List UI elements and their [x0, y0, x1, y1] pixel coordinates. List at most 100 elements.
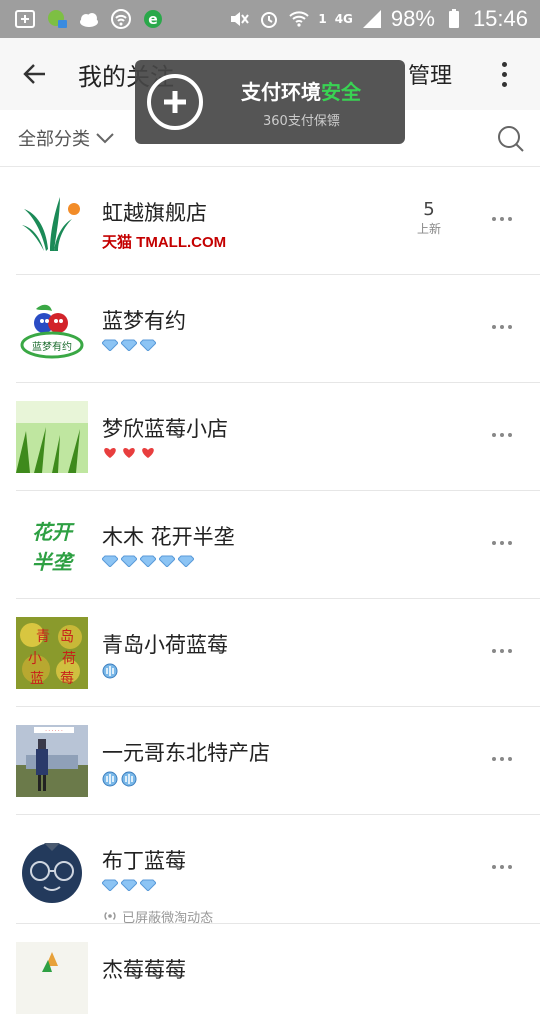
more-vertical-icon: [501, 61, 507, 67]
svg-text:半垄: 半垄: [32, 550, 75, 574]
back-button[interactable]: [0, 38, 70, 110]
store-row[interactable]: 虹越旗舰店 天猫 TMALL.COM 5 上新: [16, 167, 540, 275]
ie-browser-icon: e: [144, 10, 162, 28]
diamond-icon: [102, 879, 118, 891]
svg-text:青: 青: [36, 629, 50, 645]
store-name: 一元哥东北特产店: [102, 741, 270, 765]
wifi-icon: [289, 11, 310, 27]
search-icon[interactable]: [496, 124, 526, 154]
heart-rating: [102, 447, 156, 459]
store-row[interactable]: · · · · · · 一元哥东北特产店: [16, 707, 540, 815]
store-row[interactable]: 梦欣蓝莓小店: [16, 383, 540, 491]
hongyue-logo-icon: [16, 185, 88, 257]
svg-text:莓: 莓: [60, 671, 74, 687]
diamond-rating: [102, 555, 194, 567]
toast-subtitle: 360支付保镖: [263, 114, 340, 129]
grass-logo-icon: [16, 401, 88, 473]
store-row[interactable]: 青岛小荷蓝莓 青岛小荷蓝莓: [16, 599, 540, 707]
payment-security-toast: 支付环境安全 360支付保镖: [135, 60, 405, 144]
crown-rating: [102, 663, 118, 679]
sim-indicator: 1: [318, 12, 327, 26]
store-logo: [16, 942, 88, 1014]
diamond-rating: [102, 879, 156, 891]
battery-percent: 98%: [390, 6, 435, 31]
svg-text:· · · · · ·: · · · · · ·: [45, 728, 63, 734]
svg-text:岛: 岛: [60, 629, 74, 645]
store-logo: 花开 半垄: [16, 509, 88, 581]
diamond-icon: [121, 879, 137, 891]
status-bar: e 1 4G 98% 15:46: [0, 0, 540, 38]
store-name: 虹越旗舰店: [102, 201, 207, 225]
diamond-icon: [102, 555, 118, 567]
row-more-button[interactable]: [492, 433, 512, 437]
svg-text:e: e: [148, 12, 158, 28]
toast-title: 支付环境安全: [241, 80, 361, 104]
store-row[interactable]: 杰莓莓莓: [16, 924, 540, 1031]
store-logo: · · · · · ·: [16, 725, 88, 797]
arrow-left-icon: [23, 64, 45, 84]
diamond-icon: [140, 555, 156, 567]
huakai-logo-icon: 花开半垄: [16, 509, 88, 581]
row-more-button[interactable]: [492, 325, 512, 329]
weather-icon: [80, 13, 98, 27]
row-more-button[interactable]: [492, 541, 512, 545]
category-filter-dropdown[interactable]: 全部分类: [18, 125, 114, 151]
crown-icon: [102, 771, 118, 787]
crown-icon: [102, 663, 118, 679]
row-more-button[interactable]: [492, 217, 512, 221]
new-items-count: 5 上新: [416, 199, 441, 236]
diamond-icon: [140, 339, 156, 351]
diamond-icon: [121, 555, 137, 567]
diamond-icon: [121, 339, 137, 351]
diamond-rating: [102, 339, 156, 351]
partial-logo-icon: [16, 942, 88, 1014]
crown-icon: [121, 771, 137, 787]
chevron-down-icon: [96, 133, 114, 144]
store-name: 蓝梦有约: [102, 309, 186, 333]
tmall-label: 天猫 TMALL.COM: [102, 234, 227, 251]
signal-icon: [362, 10, 381, 28]
store-name: 梦欣蓝莓小店: [102, 417, 228, 441]
crown-rating: [102, 771, 137, 787]
tmall-badge: 天猫 TMALL.COM: [102, 231, 226, 252]
svg-text:荷: 荷: [62, 651, 76, 667]
store-logo: [16, 185, 88, 257]
store-logo: 蓝梦有约: [16, 293, 88, 365]
svg-text:小: 小: [28, 651, 42, 667]
alarm-icon: [261, 12, 278, 28]
row-more-button[interactable]: [492, 649, 512, 653]
diamond-icon: [140, 879, 156, 891]
store-row[interactable]: 蓝梦有约 蓝梦有约: [16, 275, 540, 383]
store-name: 木木 花开半垄: [102, 525, 235, 549]
diamond-icon: [178, 555, 194, 567]
network-indicator: 4G: [334, 12, 353, 26]
diamond-icon: [102, 339, 118, 351]
mute-icon: [231, 12, 250, 26]
add-notification-icon: [15, 10, 35, 28]
buding-logo-icon: [16, 833, 88, 905]
svg-text:花开: 花开: [32, 520, 75, 544]
svg-text:蓝梦有约: 蓝梦有约: [32, 340, 72, 353]
followed-stores-list: 虹越旗舰店 天猫 TMALL.COM 5 上新 蓝梦有约 蓝梦有约 梦欣蓝莓小店: [0, 167, 540, 1031]
store-logo: [16, 401, 88, 473]
store-name: 杰莓莓莓: [102, 958, 186, 982]
app-notification-icon: [48, 10, 67, 28]
lanmeng-logo-icon: 蓝梦有约: [16, 293, 88, 365]
manage-button[interactable]: 管理: [408, 58, 452, 90]
row-more-button[interactable]: [492, 865, 512, 869]
battery-icon: [448, 9, 459, 28]
heart-icon: [123, 448, 135, 458]
store-name: 青岛小荷蓝莓: [102, 633, 228, 657]
more-menu-button[interactable]: [488, 54, 520, 94]
qingdao-logo-icon: 青岛小 荷蓝莓: [16, 617, 88, 689]
yiyuange-logo-icon: · · · · · ·: [16, 725, 88, 797]
store-name: 布丁蓝莓: [102, 849, 186, 873]
store-row[interactable]: 布丁蓝莓 已屏蔽微淘动态: [16, 815, 540, 926]
diamond-icon: [159, 555, 175, 567]
store-row[interactable]: 花开半垄 木木 花开半垄: [16, 491, 540, 599]
row-more-button[interactable]: [492, 757, 512, 761]
store-logo: 青岛小 荷蓝莓: [16, 617, 88, 689]
heart-icon: [142, 448, 154, 458]
category-filter-label: 全部分类: [18, 129, 90, 150]
svg-text:蓝: 蓝: [30, 671, 44, 687]
